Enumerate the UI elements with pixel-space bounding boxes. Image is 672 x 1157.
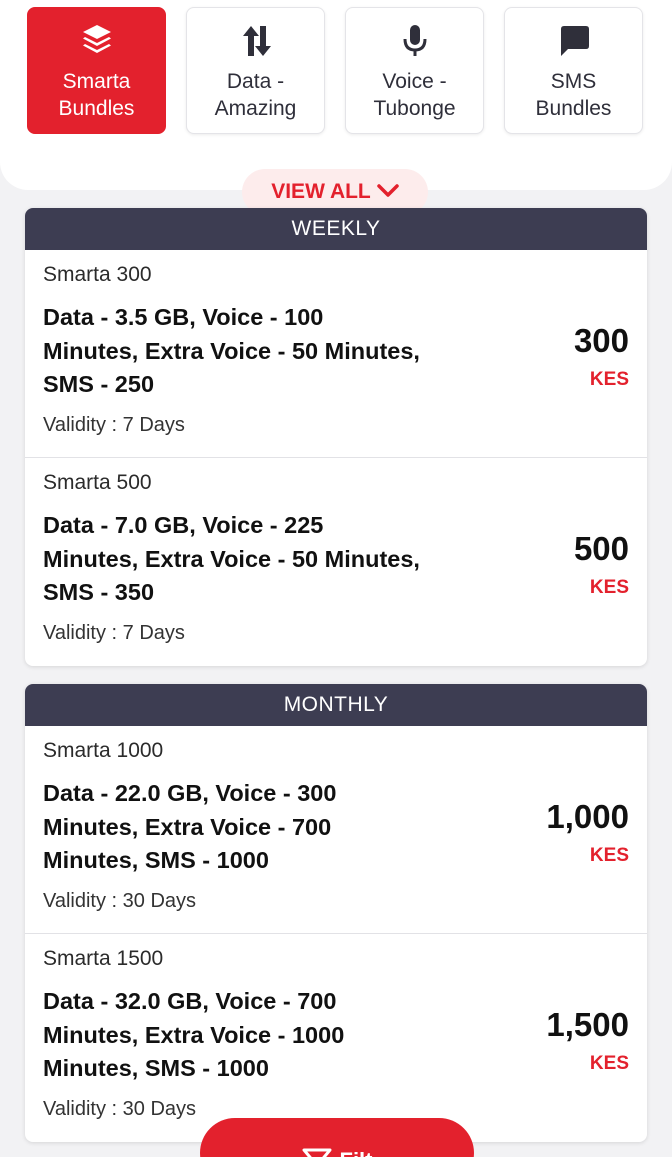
monthly-section: MONTHLY Smarta 1000 Data - 22.0 GB, Voic… — [25, 684, 647, 1142]
bundle-validity: Validity : 30 Days — [43, 1098, 197, 1120]
category-panel: Smarta Bundles Data - Amazing Voice - Tu… — [0, 0, 672, 190]
filter-icon — [302, 1148, 332, 1157]
bundle-description: Data - 32.0 GB, Voice - 700 Minutes, Ext… — [43, 988, 345, 1081]
bundle-price: 1,000 — [546, 798, 629, 835]
bundle-price: 500 — [573, 530, 629, 567]
bundle-description: Data - 22.0 GB, Voice - 300 Minutes, Ext… — [43, 780, 337, 873]
bundle-price: 300 — [573, 322, 629, 359]
weekly-section: WEEKLY Smarta 300 Data - 3.5 GB, Voice -… — [25, 208, 647, 666]
category-label: Voice - Tubonge — [373, 70, 456, 120]
data-transfer-icon — [238, 22, 274, 60]
category-smarta-bundles[interactable]: Smarta Bundles — [27, 7, 166, 134]
category-row: Smarta Bundles Data - Amazing Voice - Tu… — [27, 7, 643, 134]
layers-icon — [79, 22, 115, 60]
filter-label: Filt — [340, 1148, 373, 1157]
bundle-card[interactable]: Smarta 300 Data - 3.5 GB, Voice - 100 Mi… — [25, 250, 647, 458]
bundle-name: Smarta 500 — [43, 471, 152, 494]
chevron-down-icon — [377, 180, 399, 204]
section-header: WEEKLY — [25, 208, 647, 250]
bundle-name: Smarta 300 — [43, 263, 152, 286]
bundle-card[interactable]: Smarta 1000 Data - 22.0 GB, Voice - 300 … — [25, 726, 647, 934]
category-sms-bundles[interactable]: SMS Bundles — [504, 7, 643, 134]
bundle-name: Smarta 1500 — [43, 947, 164, 970]
bundle-currency: KES — [589, 369, 629, 390]
category-label: Smarta Bundles — [58, 70, 135, 120]
category-data-amazing[interactable]: Data - Amazing — [186, 7, 325, 134]
filter-button[interactable]: Filt — [200, 1118, 474, 1157]
bundle-validity: Validity : 7 Days — [43, 622, 185, 644]
category-label: Data - Amazing — [214, 70, 297, 120]
view-all-label: VIEW ALL — [271, 180, 371, 203]
category-voice-tubonge[interactable]: Voice - Tubonge — [345, 7, 484, 134]
section-header: MONTHLY — [25, 684, 647, 726]
bundle-validity: Validity : 30 Days — [43, 890, 197, 912]
bundle-currency: KES — [589, 845, 629, 866]
bundle-currency: KES — [589, 1053, 629, 1074]
bundle-card[interactable]: Smarta 1500 Data - 32.0 GB, Voice - 700 … — [25, 934, 647, 1142]
bundle-currency: KES — [589, 577, 629, 598]
microphone-icon — [397, 22, 433, 60]
bundle-description: Data - 7.0 GB, Voice - 225 Minutes, Extr… — [43, 512, 420, 605]
category-label: SMS Bundles — [535, 70, 612, 120]
bundle-name: Smarta 1000 — [43, 739, 164, 762]
bundle-price: 1,500 — [546, 1006, 629, 1043]
bundle-description: Data - 3.5 GB, Voice - 100 Minutes, Extr… — [43, 304, 420, 397]
bundle-card[interactable]: Smarta 500 Data - 7.0 GB, Voice - 225 Mi… — [25, 458, 647, 666]
message-icon — [556, 22, 592, 60]
bundle-validity: Validity : 7 Days — [43, 414, 185, 436]
